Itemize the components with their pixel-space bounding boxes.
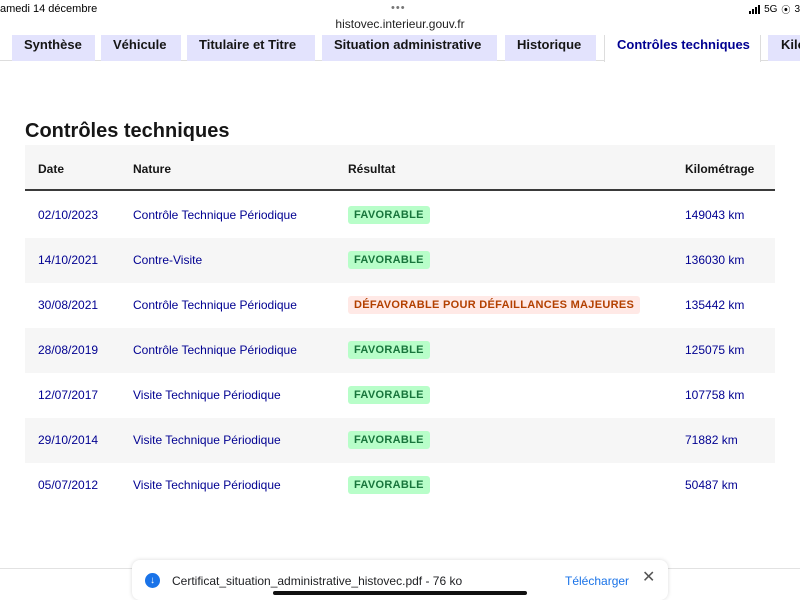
close-icon[interactable]: ✕: [642, 570, 655, 586]
tab-titulaire-et-titre[interactable]: Titulaire et Titre: [187, 35, 315, 61]
table-row: 12/07/2017 Visite Technique Périodique F…: [25, 373, 775, 418]
network-label: 5G: [764, 4, 778, 15]
controles-table: Date Nature Résultat Kilométrage 02/10/2…: [25, 145, 775, 508]
cell-km: 50487 km: [685, 478, 738, 492]
header-km: Kilométrage: [685, 162, 755, 176]
cell-nature: Visite Technique Périodique: [133, 388, 281, 402]
header-nature: Nature: [133, 162, 172, 176]
more-dots-icon[interactable]: •••: [391, 2, 406, 14]
cell-date: 28/08/2019: [38, 343, 99, 357]
battery-label: 3: [794, 4, 800, 15]
result-badge: FAVORABLE: [348, 431, 430, 449]
header-result: Résultat: [348, 162, 396, 176]
table-row: 05/07/2012 Visite Technique Périodique F…: [25, 463, 775, 508]
download-filename: Certificat_situation_administrative_hist…: [172, 574, 463, 588]
cell-nature: Contrôle Technique Périodique: [133, 343, 297, 357]
table-header: Date Nature Résultat Kilométrage: [25, 145, 775, 191]
cell-date: 05/07/2012: [38, 478, 99, 492]
cell-date: 14/10/2021: [38, 253, 99, 267]
result-badge: FAVORABLE: [348, 251, 430, 269]
signal-icon: [749, 5, 761, 14]
cell-date: 30/08/2021: [38, 298, 99, 312]
status-indicators: 5G ⦿ 3: [749, 3, 800, 16]
tab-situation-administrative[interactable]: Situation administrative: [322, 35, 497, 61]
result-badge-defavorable: DÉFAVORABLE POUR DÉFAILLANCES MAJEURES: [348, 296, 641, 314]
tab-historique[interactable]: Historique: [505, 35, 596, 61]
cell-nature: Visite Technique Périodique: [133, 478, 281, 492]
result-badge: FAVORABLE: [348, 206, 430, 224]
tab-controles-techniques[interactable]: Contrôles techniques: [604, 35, 761, 62]
result-badge: FAVORABLE: [348, 341, 430, 359]
table-row: 02/10/2023 Contrôle Technique Périodique…: [25, 191, 775, 238]
cell-km: 125075 km: [685, 343, 745, 357]
tab-bar: Synthèse Véhicule Titulaire et Titre Sit…: [0, 35, 800, 62]
cell-nature: Visite Technique Périodique: [133, 433, 281, 447]
cell-date: 12/07/2017: [38, 388, 99, 402]
table-row: 29/10/2014 Visite Technique Périodique F…: [25, 418, 775, 463]
tab-vehicule[interactable]: Véhicule: [101, 35, 181, 61]
home-indicator: [273, 591, 527, 595]
tab-kilometrage[interactable]: Kilo: [768, 35, 800, 61]
cell-nature: Contrôle Technique Périodique: [133, 208, 297, 222]
table-row: 30/08/2021 Contrôle Technique Périodique…: [25, 283, 775, 328]
result-badge: FAVORABLE: [348, 386, 430, 404]
result-badge: FAVORABLE: [348, 476, 430, 494]
tab-synthese[interactable]: Synthèse: [12, 35, 95, 61]
cell-km: 149043 km: [685, 208, 745, 222]
cell-km: 135442 km: [685, 298, 745, 312]
cell-date: 29/10/2014: [38, 433, 99, 447]
download-button[interactable]: Télécharger: [565, 574, 629, 588]
cell-km: 107758 km: [685, 388, 745, 402]
cell-km: 71882 km: [685, 433, 738, 447]
cell-date: 02/10/2023: [38, 208, 99, 222]
page-title: Contrôles techniques: [25, 120, 230, 142]
cell-nature: Contrôle Technique Périodique: [133, 298, 297, 312]
status-date: amedi 14 décembre: [0, 3, 98, 15]
table-row: 14/10/2021 Contre-Visite FAVORABLE 13603…: [25, 238, 775, 283]
table-body: 02/10/2023 Contrôle Technique Périodique…: [25, 191, 775, 508]
download-icon: ↓: [145, 573, 160, 588]
header-date: Date: [38, 162, 65, 176]
url-bar[interactable]: histovec.interieur.gouv.fr: [0, 17, 800, 31]
location-icon: ⦿: [781, 5, 791, 15]
table-row: 28/08/2019 Contrôle Technique Périodique…: [25, 328, 775, 373]
cell-km: 136030 km: [685, 253, 745, 267]
cell-nature: Contre-Visite: [133, 253, 203, 267]
